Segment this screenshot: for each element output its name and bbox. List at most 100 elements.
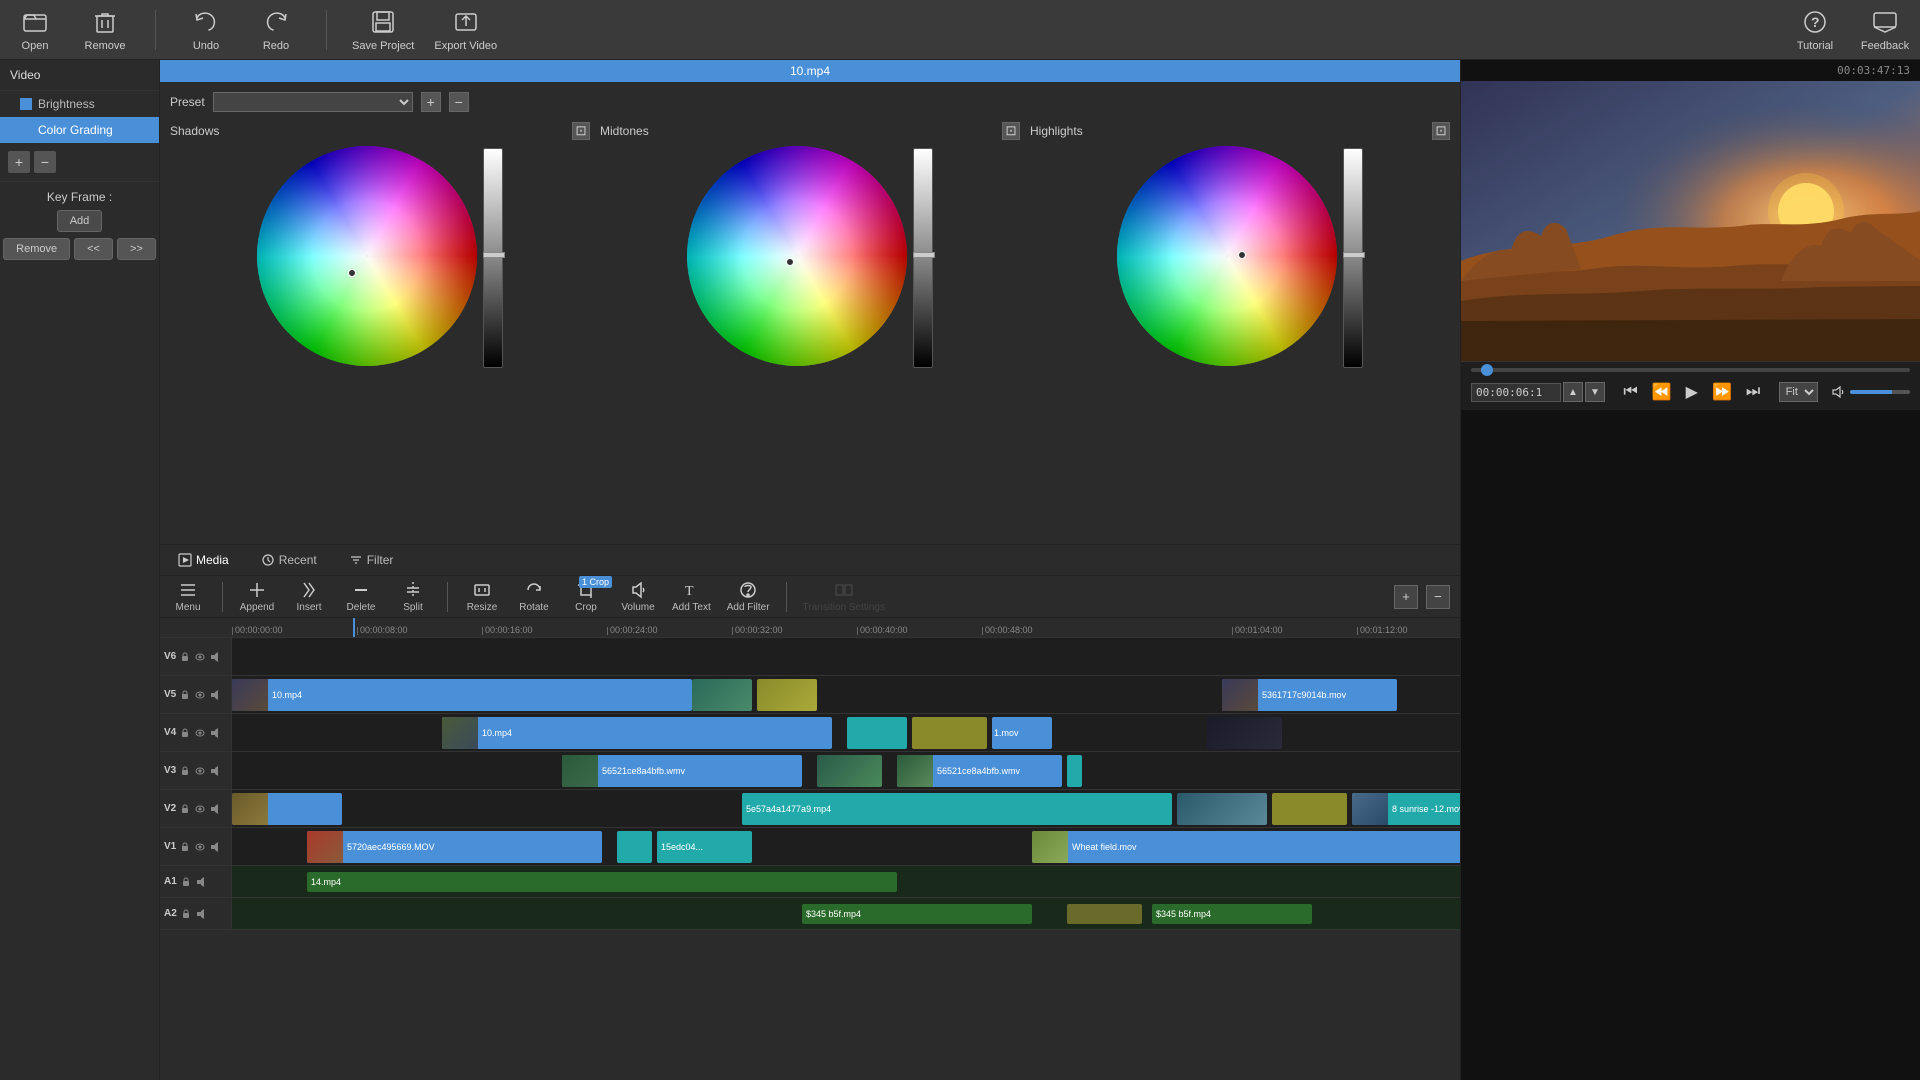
track-content-a1[interactable]: 14.mp4: [232, 866, 1460, 897]
v1-clip-1[interactable]: 5720aec495669.MOV: [307, 831, 602, 863]
a2-clip-3[interactable]: $345 b5f.mp4: [1152, 904, 1312, 924]
step-forward-button[interactable]: ⏩: [1706, 380, 1738, 404]
a2-mute-icon[interactable]: [195, 908, 207, 920]
v5-clip-4[interactable]: 5361717c9014b.mov: [1222, 679, 1397, 711]
v5-clip-1[interactable]: 10.mp4: [232, 679, 692, 711]
shadows-brightness-slider[interactable]: [483, 148, 503, 368]
keyframe-prev-button[interactable]: <<: [74, 238, 113, 260]
timecode-up-button[interactable]: ▲: [1563, 382, 1583, 402]
v5-clip-3[interactable]: [757, 679, 817, 711]
preview-scrubber[interactable]: [1471, 368, 1910, 372]
highlights-color-wheel[interactable]: [1117, 146, 1337, 369]
tab-media[interactable]: Media: [170, 549, 237, 571]
highlights-expand-button[interactable]: ⊡: [1432, 122, 1450, 140]
keyframe-remove-button[interactable]: Remove: [3, 238, 70, 260]
v4-lock-icon[interactable]: [179, 727, 191, 739]
track-content-v2[interactable]: 5e57a4a1477a9.mp4 8 sunrise -12.mov: [232, 790, 1460, 827]
tab-filter[interactable]: Filter: [341, 549, 402, 571]
step-back-button[interactable]: ⏪: [1646, 380, 1678, 404]
add-text-tool[interactable]: T Add Text: [672, 580, 711, 613]
preset-remove-button[interactable]: −: [449, 92, 469, 112]
v3-eye-icon[interactable]: [194, 765, 206, 777]
v2-clip-1[interactable]: [232, 793, 342, 825]
feedback-button[interactable]: Feedback: [1860, 8, 1910, 52]
a2-clip-2[interactable]: [1067, 904, 1142, 924]
export-video-button[interactable]: Export Video: [434, 8, 497, 52]
v5-eye-icon[interactable]: [194, 689, 206, 701]
a1-lock-icon[interactable]: [180, 876, 192, 888]
v6-audio-icon[interactable]: [209, 651, 221, 663]
sidebar-item-brightness[interactable]: Brightness: [0, 91, 159, 117]
goto-start-button[interactable]: ⏮: [1617, 381, 1643, 403]
v2-clip-3[interactable]: [1177, 793, 1267, 825]
track-content-v4[interactable]: 10.mp4 1.mov: [232, 714, 1460, 751]
a1-mute-icon[interactable]: [195, 876, 207, 888]
a2-lock-icon[interactable]: [180, 908, 192, 920]
v2-audio-icon[interactable]: [209, 803, 221, 815]
preset-select[interactable]: [213, 92, 413, 112]
v3-lock-icon[interactable]: [179, 765, 191, 777]
undo-button[interactable]: Undo: [181, 8, 231, 52]
remove-effect-button[interactable]: −: [34, 151, 56, 173]
keyframe-next-button[interactable]: >>: [117, 238, 156, 260]
v5-audio-icon[interactable]: [209, 689, 221, 701]
play-button[interactable]: ▶: [1680, 380, 1704, 404]
preset-add-button[interactable]: +: [421, 92, 441, 112]
a2-clip-1[interactable]: $345 b5f.mp4: [802, 904, 1032, 924]
timecode-input[interactable]: [1471, 383, 1561, 402]
volume-slider[interactable]: [1850, 390, 1910, 394]
v3-clip-3[interactable]: 56521ce8a4bfb.wmv: [897, 755, 1062, 787]
timeline-tracks[interactable]: V6 V5 10.mp4: [160, 638, 1460, 1080]
v2-clip-4[interactable]: [1272, 793, 1347, 825]
open-button[interactable]: Open: [10, 8, 60, 52]
track-content-a2[interactable]: $345 b5f.mp4 $345 b5f.mp4: [232, 898, 1460, 929]
shadows-wheel-dot[interactable]: [348, 269, 356, 277]
track-content-v1[interactable]: 5720aec495669.MOV 15edc04... Wheat field…: [232, 828, 1460, 865]
resize-tool[interactable]: Resize: [464, 580, 500, 613]
midtones-wheel-dot[interactable]: [786, 258, 794, 266]
midtones-brightness-slider[interactable]: [913, 148, 933, 368]
v2-clip-2[interactable]: 5e57a4a1477a9.mp4: [742, 793, 1172, 825]
v3-clip-4[interactable]: [1067, 755, 1082, 787]
shadows-slider-thumb[interactable]: [483, 252, 505, 258]
v4-clip-1[interactable]: 10.mp4: [442, 717, 832, 749]
split-tool[interactable]: Split: [395, 580, 431, 613]
v4-clip-2[interactable]: [847, 717, 907, 749]
insert-tool[interactable]: Insert: [291, 580, 327, 613]
goto-end-button[interactable]: ⏭: [1740, 381, 1766, 403]
v4-eye-icon[interactable]: [194, 727, 206, 739]
a1-clip-1[interactable]: 14.mp4: [307, 872, 897, 892]
volume-tool[interactable]: Volume: [620, 580, 656, 613]
v4-clip-4[interactable]: 1.mov: [992, 717, 1052, 749]
v1-clip-3[interactable]: 15edc04...: [657, 831, 752, 863]
shadows-color-wheel[interactable]: [257, 146, 477, 369]
v1-clip-4[interactable]: Wheat field.mov: [1032, 831, 1460, 863]
sidebar-item-color-grading[interactable]: Color Grading: [0, 117, 159, 143]
v6-eye-icon[interactable]: [194, 651, 206, 663]
v1-eye-icon[interactable]: [194, 841, 206, 853]
delete-tool[interactable]: Delete: [343, 580, 379, 613]
remove-button[interactable]: Remove: [80, 8, 130, 52]
v4-clip-5[interactable]: [1207, 717, 1282, 749]
shadows-expand-button[interactable]: ⊡: [572, 122, 590, 140]
menu-tool[interactable]: Menu: [170, 580, 206, 613]
v1-lock-icon[interactable]: [179, 841, 191, 853]
v1-clip-2[interactable]: [617, 831, 652, 863]
v3-audio-icon[interactable]: [209, 765, 221, 777]
v1-audio-icon[interactable]: [209, 841, 221, 853]
save-project-button[interactable]: Save Project: [352, 8, 414, 52]
v4-audio-icon[interactable]: [209, 727, 221, 739]
add-effect-button[interactable]: +: [8, 151, 30, 173]
track-content-v3[interactable]: 56521ce8a4bfb.wmv 56521ce8a4bfb.wmv: [232, 752, 1460, 789]
v2-lock-icon[interactable]: [179, 803, 191, 815]
add-filter-tool[interactable]: Add Filter: [727, 580, 770, 613]
highlights-wheel-dot[interactable]: [1238, 251, 1246, 259]
zoom-out-button[interactable]: −: [1426, 585, 1450, 609]
append-tool[interactable]: Append: [239, 580, 275, 613]
midtones-slider-thumb[interactable]: [913, 252, 935, 258]
highlights-brightness-slider[interactable]: [1343, 148, 1363, 368]
v4-clip-3[interactable]: [912, 717, 987, 749]
highlights-slider-thumb[interactable]: [1343, 252, 1365, 258]
v3-clip-1[interactable]: 56521ce8a4bfb.wmv: [562, 755, 802, 787]
timecode-down-button[interactable]: ▼: [1585, 382, 1605, 402]
